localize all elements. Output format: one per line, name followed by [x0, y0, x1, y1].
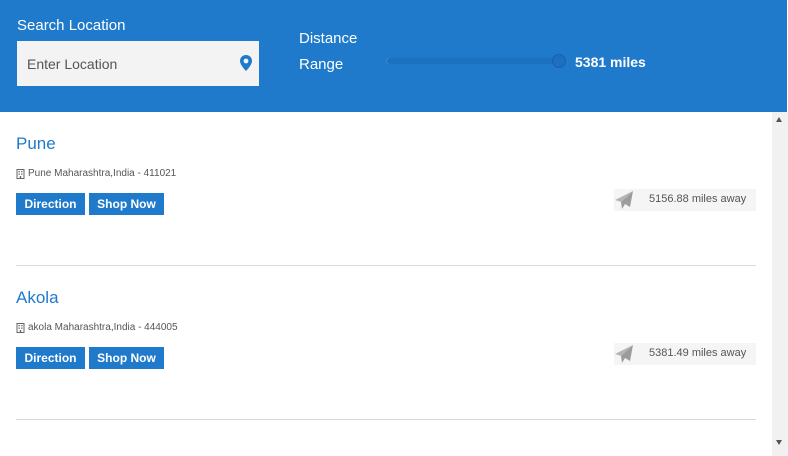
store-address-text: akola Maharashtra,India - 444005: [28, 322, 178, 333]
direction-button[interactable]: Direction: [16, 193, 85, 215]
distance-label-line1: Distance: [299, 30, 358, 47]
store-address-text: Pune Maharashtra,India - 411021: [28, 168, 177, 179]
paper-plane-icon: [615, 191, 633, 209]
range-value: 5381 miles: [575, 54, 646, 70]
search-box: [17, 41, 259, 86]
store-list: Pune Pune Maharashtra,India - 411021 Dir…: [0, 112, 772, 456]
distance-text: 5381.49 miles away: [649, 347, 747, 359]
distance-label-line2: Range: [299, 56, 344, 73]
distance-slider[interactable]: [386, 52, 572, 70]
list-scrollbar[interactable]: [772, 112, 788, 456]
distance-badge: 5381.49 miles away: [614, 343, 756, 365]
map-pin-icon[interactable]: [238, 54, 254, 72]
search-header: Search Location Distance Range 5381 mile…: [0, 0, 787, 112]
paper-plane-icon: [615, 345, 633, 363]
scroll-up-arrow-icon[interactable]: [776, 117, 782, 122]
slider-track[interactable]: [386, 58, 566, 64]
store-name[interactable]: Pune: [16, 134, 56, 154]
store-locator: Search Location Distance Range 5381 mile…: [0, 0, 788, 456]
slider-thumb[interactable]: [552, 54, 566, 68]
distance-text: 5156.88 miles away: [649, 193, 747, 205]
slider-fill: [386, 58, 561, 64]
store-name[interactable]: Akola: [16, 288, 59, 308]
store-item: Akola akola Maharashtra,India - 444005 D…: [16, 266, 756, 420]
store-address: Pune Maharashtra,India - 411021: [16, 168, 176, 179]
shop-now-button[interactable]: Shop Now: [89, 193, 164, 215]
direction-button[interactable]: Direction: [16, 347, 85, 369]
distance-range-label: Distance Range: [299, 26, 357, 78]
location-input[interactable]: [17, 41, 232, 86]
store-address: akola Maharashtra,India - 444005: [16, 322, 178, 333]
scroll-down-arrow-icon[interactable]: [776, 440, 782, 445]
building-icon: [16, 168, 25, 179]
building-icon: [16, 322, 25, 333]
shop-now-button[interactable]: Shop Now: [89, 347, 164, 369]
distance-badge: 5156.88 miles away: [614, 189, 756, 211]
store-item: Pune Pune Maharashtra,India - 411021 Dir…: [16, 112, 756, 266]
search-location-label: Search Location: [17, 17, 126, 34]
